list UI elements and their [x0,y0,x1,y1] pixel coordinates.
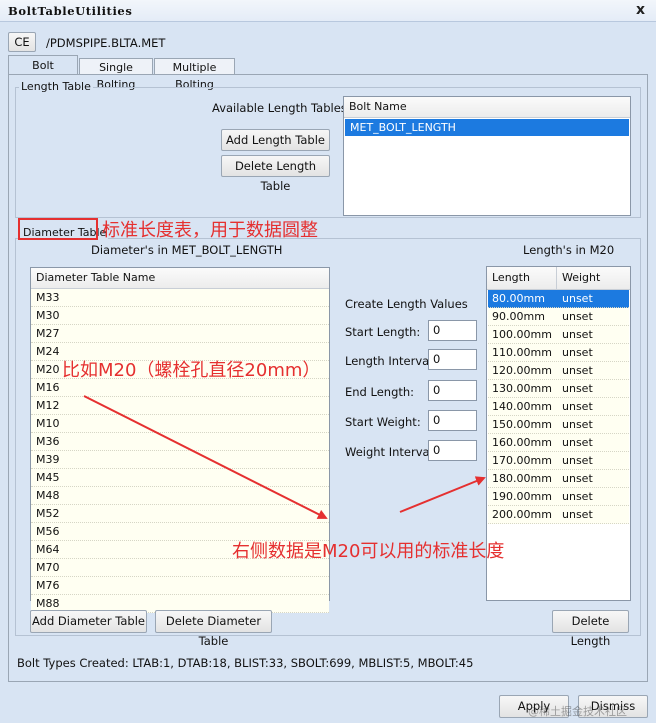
annotation-arrows [83,395,486,519]
arrow-to-lengths [399,476,486,513]
arrow-to-create-values [83,395,328,519]
